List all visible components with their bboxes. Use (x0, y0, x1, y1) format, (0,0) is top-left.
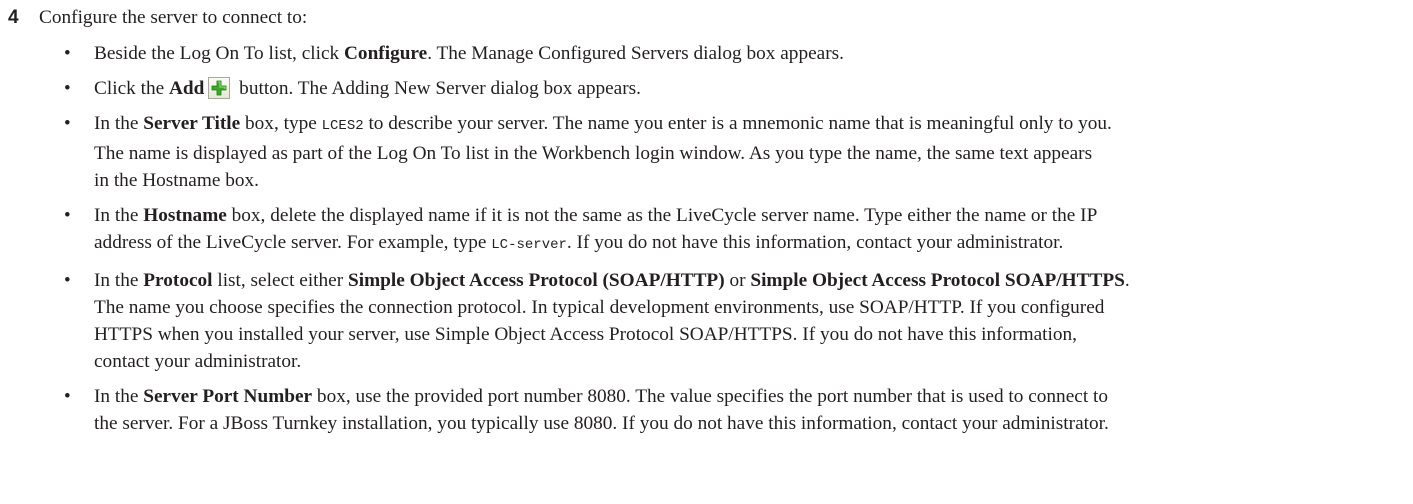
text-line: address of the LiveCycle server. For exa… (94, 229, 1394, 259)
bullet-dot: • (64, 113, 71, 134)
text-line: In the Server Title box, type LCES2 to d… (94, 110, 1394, 140)
text-span: box, type (240, 113, 322, 134)
bold-text: Add (168, 78, 205, 99)
text-span: In the (94, 113, 144, 134)
list-item: • In the Hostname box, delete the displa… (0, 202, 1394, 259)
step-heading: 4 Configure the server to connect to: (0, 3, 1413, 33)
text-line: In the Protocol list, select either Simp… (94, 267, 1394, 294)
text-line: Beside the Log On To list, click Configu… (94, 40, 1394, 67)
text-line: contact your administrator. (94, 351, 302, 372)
bold-text: Simple Object Access Protocol (SOAP/HTTP… (347, 270, 725, 291)
text-span: . (1124, 270, 1130, 291)
list-item: • Click the Add button. The Adding New S… (0, 75, 1394, 102)
text-line: the server. For a JBoss Turnkey installa… (94, 413, 1109, 434)
list-item: • Beside the Log On To list, click Confi… (0, 40, 1394, 67)
bullet-dot: • (64, 78, 71, 99)
text-span: . The Manage Configured Servers dialog b… (427, 43, 844, 64)
code-text: LC-server (491, 237, 567, 253)
text-line: The name is displayed as part of the Log… (94, 143, 1093, 164)
bold-text: Server Port Number (143, 386, 313, 407)
text-span: Click the (94, 78, 169, 99)
text-span: box, delete the displayed name if it is … (226, 205, 1098, 226)
text-span: to describe your server. The name you en… (363, 113, 1112, 134)
code-text: LCES2 (321, 118, 364, 134)
text-line: in the Hostname box. (94, 170, 259, 191)
bold-text: Simple Object Access Protocol SOAP/HTTPS (750, 270, 1125, 291)
bold-text: Configure (344, 43, 428, 64)
step-number: 4 (8, 7, 19, 28)
text-span: button. The Adding New Server dialog box… (234, 78, 641, 99)
text-span: address of the LiveCycle server. For exa… (94, 232, 492, 253)
text-span: Beside the Log On To list, click (94, 43, 344, 64)
text-span: In the (94, 205, 144, 226)
bold-text: Protocol (143, 270, 213, 291)
bold-text: Server Title (143, 113, 241, 134)
bold-text: Hostname (143, 205, 227, 226)
text-span: list, select either (212, 270, 348, 291)
text-line: Click the Add button. The Adding New Ser… (94, 75, 1394, 102)
text-span: box, use the provided port number 8080. … (312, 386, 1108, 407)
text-line: The name you choose specifies the connec… (94, 297, 1105, 318)
list-item: • In the Server Title box, type LCES2 to… (0, 110, 1394, 194)
bullet-dot: • (64, 205, 71, 226)
list-item: • In the Server Port Number box, use the… (0, 383, 1394, 437)
text-span: In the (94, 386, 144, 407)
text-line: In the Hostname box, delete the displaye… (94, 202, 1394, 229)
text-line: HTTPS when you installed your server, us… (94, 324, 1077, 345)
text-span: . If you do not have this information, c… (566, 232, 1064, 253)
text-line: In the Server Port Number box, use the p… (94, 383, 1394, 410)
bullet-list: • Beside the Log On To list, click Confi… (0, 40, 1413, 445)
list-item: • In the Protocol list, select either Si… (0, 267, 1394, 375)
step-text: Configure the server to connect to: (39, 7, 308, 28)
plus-icon (208, 77, 231, 99)
bullet-dot: • (64, 386, 71, 407)
text-span: or (724, 270, 751, 291)
bullet-dot: • (64, 270, 71, 291)
bullet-dot: • (64, 43, 71, 64)
text-span: In the (94, 270, 144, 291)
